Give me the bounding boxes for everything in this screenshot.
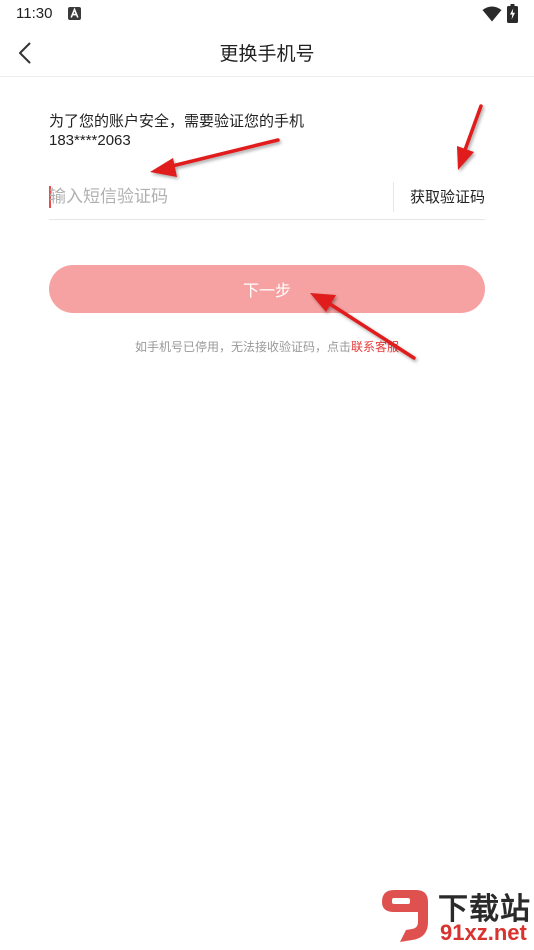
app-bar: 更换手机号 <box>0 30 534 77</box>
sms-code-input[interactable] <box>49 180 369 214</box>
page-title: 更换手机号 <box>219 43 315 65</box>
wifi-icon <box>482 6 502 22</box>
contact-support-link[interactable]: 联系客服 <box>351 340 399 354</box>
help-label: 如手机号已停用，无法接收验证码，点击 <box>134 340 351 354</box>
next-step-button[interactable]: 下一步 <box>49 265 485 313</box>
verification-prompt: 为了您的账户安全，需要验证您的手机 183****2063 <box>49 111 304 151</box>
watermark-domain: 91xz.net <box>440 920 527 945</box>
help-text: 如手机号已停用，无法接收验证码，点击联系客服 <box>0 338 534 355</box>
status-time: 11:30 <box>16 5 53 22</box>
site-watermark: 下载站 91xz.net <box>372 882 534 950</box>
a-letter-icon <box>68 7 81 20</box>
get-code-button[interactable]: 获取验证码 <box>410 186 485 207</box>
masked-phone-number: 183****2063 <box>49 132 131 149</box>
sms-code-row: 获取验证码 <box>49 176 485 220</box>
divider <box>393 182 394 212</box>
prompt-label: 为了您的账户安全，需要验证您的手机 <box>49 112 305 130</box>
arrow-to-get-code-button <box>457 104 483 170</box>
battery-charging-icon <box>507 4 518 23</box>
status-bar: 11:30 <box>0 0 534 30</box>
watermark-logo-icon <box>382 890 428 942</box>
